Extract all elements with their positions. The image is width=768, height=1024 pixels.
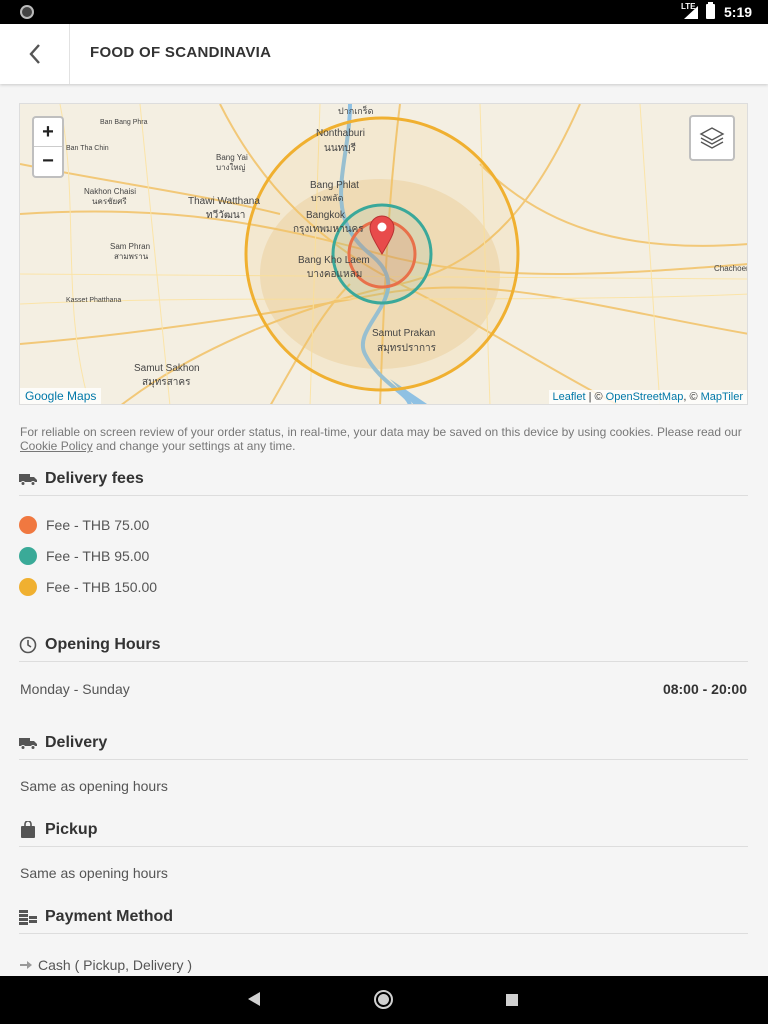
svg-text:บางพลัด: บางพลัด [311,193,344,203]
truck-icon [19,470,37,488]
nav-recents-icon[interactable] [506,994,518,1006]
svg-text:นครชัยศรี: นครชัยศรี [92,197,127,206]
svg-text:Ban Bang Phra: Ban Bang Phra [100,119,148,126]
shopping-bag-icon [19,820,37,839]
section-title: Payment Method [45,907,174,925]
cookie-text: For reliable on screen review of your or… [20,425,742,439]
chevron-left-icon [28,44,40,64]
system-nav-bar [0,976,768,1024]
svg-text:Sam Phran: Sam Phran [110,242,150,251]
svg-text:Kasset Phatthana: Kasset Phatthana [66,297,121,304]
pickup-header: Pickup [19,813,748,847]
delivery-map[interactable]: ปากเกร็ด Nonthaburi นนทบุรี Bang Phlat บ… [19,103,748,405]
section-title: Opening Hours [45,635,161,653]
attribution-separator: , © [683,391,701,403]
status-bar: LTE 5:19 [0,0,768,24]
delivery-header: Delivery [19,726,748,760]
page-title: FOOD OF SCANDINAVIA [90,44,272,61]
opening-time: 08:00 - 20:00 [662,681,747,697]
zoom-in-button[interactable]: + [34,118,62,147]
section-title: Delivery fees [45,469,144,487]
fee-label: Fee - THB 95.00 [46,548,150,564]
delivery-hours: Same as opening hours [20,778,168,794]
cookie-notice: For reliable on screen review of your or… [20,425,748,453]
map-attribution: Leaflet | © OpenStreetMap, © MapTiler [548,390,747,404]
opening-hours-header: Opening Hours [19,628,748,662]
google-maps-link[interactable]: Google Maps [20,388,102,404]
cookie-policy-link[interactable]: Cookie Policy [20,439,93,453]
layers-button[interactable] [689,115,735,161]
svg-text:บางใหญ่: บางใหญ่ [216,163,246,172]
svg-text:Ban Tha Chin: Ban Tha Chin [66,145,109,152]
pickup-hours: Same as opening hours [20,865,168,881]
svg-text:สมุทรสาคร: สมุทรสาคร [142,377,191,388]
fee-color-swatch [19,578,37,596]
coins-icon [19,908,37,926]
svg-text:Bangkok: Bangkok [306,210,346,221]
fee-label: Fee - THB 75.00 [46,517,150,533]
svg-text:Thawi Watthana: Thawi Watthana [188,196,260,207]
svg-text:Samut Sakhon: Samut Sakhon [134,363,200,374]
maptiler-link[interactable]: MapTiler [701,391,743,403]
payment-method-label: Cash ( Pickup, Delivery ) [38,957,193,973]
signal-icon [684,6,698,19]
battery-icon [706,2,715,19]
delivery-fees-header: Delivery fees [19,462,748,496]
svg-text:กรุงเทพมหานคร: กรุงเทพมหานคร [293,224,364,235]
svg-text:ปากเกร็ด: ปากเกร็ด [338,104,374,116]
svg-text:สมุทรปราการ: สมุทรปราการ [377,343,437,354]
svg-text:บางคอแหลม: บางคอแหลม [307,269,362,280]
zoom-out-button[interactable]: − [34,147,62,176]
leaflet-link[interactable]: Leaflet [553,391,586,403]
svg-text:Nakhon Chaisi: Nakhon Chaisi [84,187,136,196]
svg-text:Samut Prakan: Samut Prakan [372,328,435,339]
map-tiles: ปากเกร็ด Nonthaburi นนทบุรี Bang Phlat บ… [20,104,748,404]
back-button[interactable] [0,24,70,84]
payment-method-header: Payment Method [19,900,748,934]
openstreetmap-link[interactable]: OpenStreetMap [606,391,684,403]
svg-text:Nonthaburi: Nonthaburi [316,128,365,139]
truck-icon [19,734,37,752]
svg-text:Chachoeng: Chachoeng [714,264,748,273]
fee-item: Fee - THB 75.00 [19,516,149,534]
clock-time: 5:19 [724,4,753,20]
notification-icon [20,5,34,19]
fee-color-swatch [19,547,37,565]
clock-icon [19,636,37,654]
payment-method-item: Cash ( Pickup, Delivery ) [20,957,192,973]
svg-text:ทวีวัฒนา: ทวีวัฒนา [206,209,245,221]
fee-item: Fee - THB 95.00 [19,547,149,565]
svg-text:นนทบุรี: นนทบุรี [324,142,357,154]
section-title: Delivery [45,733,108,751]
layers-icon [699,127,725,149]
svg-text:Bang Kho Laem: Bang Kho Laem [298,255,370,266]
nav-home-icon[interactable] [374,990,393,1009]
fee-color-swatch [19,516,37,534]
attribution-separator: | © [585,391,606,403]
svg-text:Bang Phlat: Bang Phlat [310,180,359,191]
nav-back-icon[interactable] [248,992,260,1006]
zoom-control: + − [32,116,64,178]
fee-item: Fee - THB 150.00 [19,578,157,596]
section-title: Pickup [45,820,98,838]
fee-label: Fee - THB 150.00 [46,579,158,595]
arrow-right-icon [20,961,32,969]
svg-text:Bang Yai: Bang Yai [216,153,248,162]
svg-text:สามพราน: สามพราน [114,252,149,261]
app-header: FOOD OF SCANDINAVIA [0,24,768,84]
opening-days: Monday - Sunday [20,681,130,697]
cookie-text-end: and change your settings at any time. [92,439,296,453]
